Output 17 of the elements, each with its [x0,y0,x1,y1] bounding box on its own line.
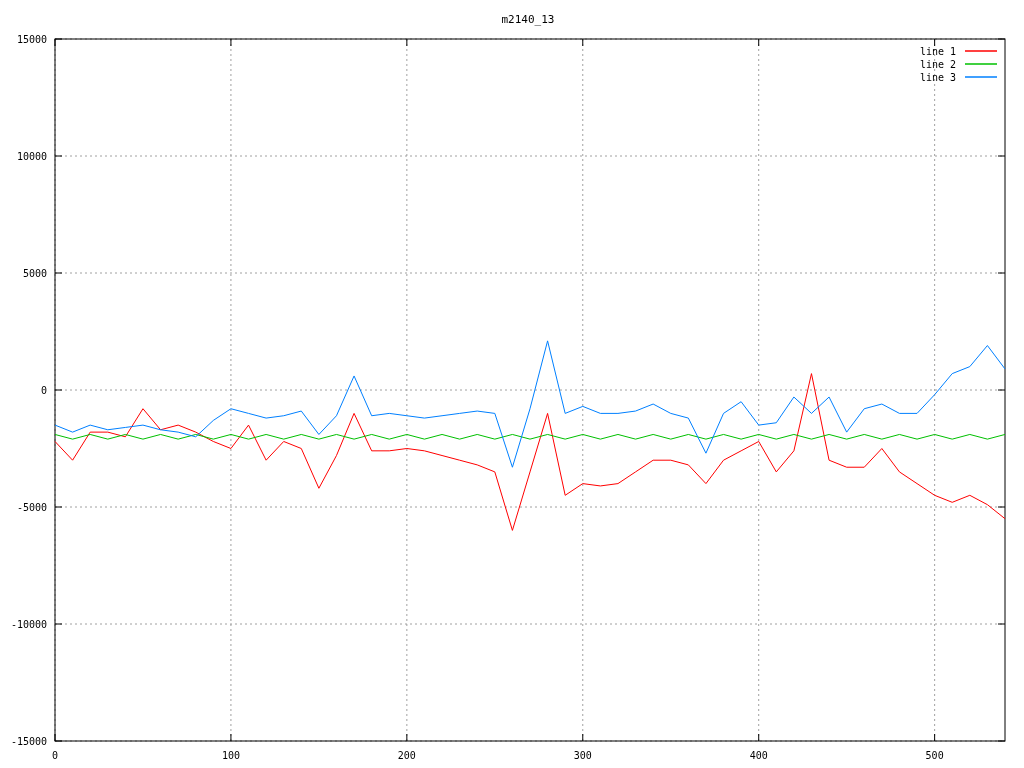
x-axis-tick-label: 300 [573,750,592,761]
chart-title: m2140_13 [501,13,555,26]
legend-label: line 3 [919,72,956,83]
x-axis-tick-label: 200 [397,750,416,761]
y-axis-tick-label: -10000 [10,619,47,630]
y-axis-tick-label: 0 [40,385,47,396]
y-axis-tick-label: 5000 [22,268,47,279]
y-axis-tick-label: 10000 [16,151,47,162]
x-axis-tick-label: 500 [925,750,944,761]
x-axis-tick-label: 400 [749,750,768,761]
legend-label: line 1 [919,46,956,57]
legend-label: line 2 [919,59,956,70]
y-axis-tick-label: -15000 [10,736,47,747]
y-axis-tick-label: -5000 [16,502,47,513]
x-axis-tick-label: 100 [221,750,240,761]
x-axis-tick-label: 0 [52,750,58,761]
y-axis-tick-label: 15000 [16,34,47,45]
